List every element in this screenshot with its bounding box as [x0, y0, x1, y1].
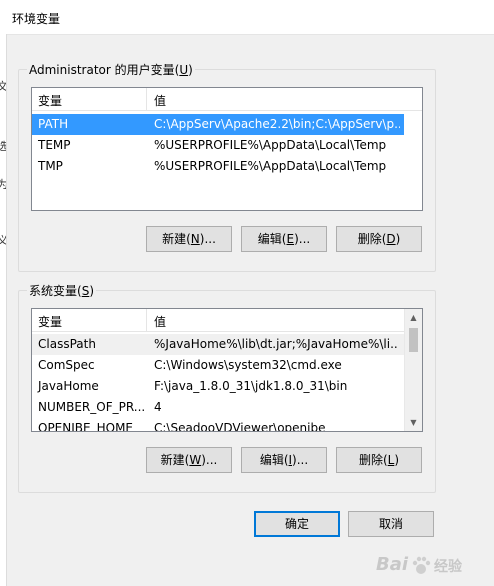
watermark-text: Bai — [376, 554, 409, 575]
column-divider[interactable] — [146, 309, 147, 331]
paw-icon — [412, 556, 431, 574]
list-header: 变量 值 — [32, 88, 422, 111]
ok-button[interactable]: 确定 — [254, 511, 340, 537]
system-delete-button[interactable]: 删除(L) — [336, 447, 422, 473]
variable-value: 4 — [154, 400, 162, 414]
scroll-up-icon[interactable]: ▲ — [405, 309, 422, 326]
column-divider[interactable] — [146, 88, 147, 110]
column-header-variable[interactable]: 变量 — [38, 313, 62, 330]
table-row[interactable]: ComSpec C:\Windows\system32\cmd.exe — [32, 355, 404, 376]
variable-name: ClassPath — [38, 337, 96, 351]
variable-name: ComSpec — [38, 358, 95, 372]
table-row[interactable]: PATH C:\AppServ\Apache2.2\bin;C:\AppServ… — [32, 114, 404, 135]
column-header-value[interactable]: 值 — [154, 313, 166, 330]
table-row[interactable]: NUMBER_OF_PR... 4 — [32, 397, 404, 418]
watermark: Bai 经验 — [374, 550, 484, 580]
list-header: 变量 值 — [32, 309, 404, 332]
column-header-variable[interactable]: 变量 — [38, 92, 62, 109]
variable-value: C:\SeadooVDViewer\openibe — [154, 421, 326, 432]
system-edit-button[interactable]: 编辑(I)... — [241, 447, 327, 473]
background-text: 义 — [0, 232, 6, 248]
table-row[interactable]: TEMP %USERPROFILE%\AppData\Local\Temp — [32, 135, 404, 156]
background-text: 为 — [0, 176, 6, 192]
user-edit-button[interactable]: 编辑(E)... — [241, 226, 327, 252]
column-header-value[interactable]: 值 — [154, 92, 166, 109]
table-row[interactable]: OPENIBE_HOME C:\SeadooVDViewer\openibe — [32, 418, 404, 432]
background-text: 文 — [0, 78, 6, 94]
user-delete-button[interactable]: 删除(D) — [336, 226, 422, 252]
vertical-scrollbar[interactable]: ▲ ▼ — [404, 309, 422, 431]
user-variables-list[interactable]: 变量 值 PATH C:\AppServ\Apache2.2\bin;C:\Ap… — [31, 87, 423, 211]
scroll-thumb[interactable] — [409, 328, 418, 352]
variable-name: PATH — [38, 117, 69, 131]
system-variables-list[interactable]: 变量 值 ClassPath %JavaHome%\lib\dt.jar;%Ja… — [31, 308, 423, 432]
table-row[interactable]: TMP %USERPROFILE%\AppData\Local\Temp — [32, 156, 404, 177]
variable-name: JavaHome — [38, 379, 99, 393]
window-title: 环境变量 — [12, 12, 61, 26]
system-variables-group-title: 系统变量(S) — [27, 282, 96, 299]
variable-name: OPENIBE_HOME — [38, 421, 133, 432]
cancel-button[interactable]: 取消 — [348, 511, 434, 537]
variable-value: %USERPROFILE%\AppData\Local\Temp — [154, 138, 387, 152]
table-row[interactable]: JavaHome F:\java_1.8.0_31\jdk1.8.0_31\bi… — [32, 376, 404, 397]
variable-value: %USERPROFILE%\AppData\Local\Temp — [154, 159, 387, 173]
scroll-down-icon[interactable]: ▼ — [405, 414, 422, 431]
title-bar[interactable]: 环境变量 — [0, 0, 494, 35]
variable-name: NUMBER_OF_PR... — [38, 400, 146, 414]
background-text: 选 — [0, 138, 6, 154]
watermark-suffix: 经验 — [434, 559, 462, 575]
table-row[interactable]: ClassPath %JavaHome%\lib\dt.jar;%JavaHom… — [32, 334, 404, 355]
variable-name: TMP — [38, 159, 63, 173]
user-variables-group-title: Administrator 的用户变量(U) — [27, 61, 195, 78]
system-new-button[interactable]: 新建(W)... — [146, 447, 232, 473]
variable-value: %JavaHome%\lib\dt.jar;%JavaHome%\li... — [154, 337, 398, 351]
variable-value: C:\AppServ\Apache2.2\bin;C:\AppServ\p... — [154, 117, 400, 131]
variable-value: C:\Windows\system32\cmd.exe — [154, 358, 342, 372]
background-window-edge: 文 选 为 义 — [0, 34, 7, 586]
variable-name: TEMP — [38, 138, 71, 152]
variable-value: F:\java_1.8.0_31\jdk1.8.0_31\bin — [154, 379, 348, 393]
user-new-button[interactable]: 新建(N)... — [146, 226, 232, 252]
